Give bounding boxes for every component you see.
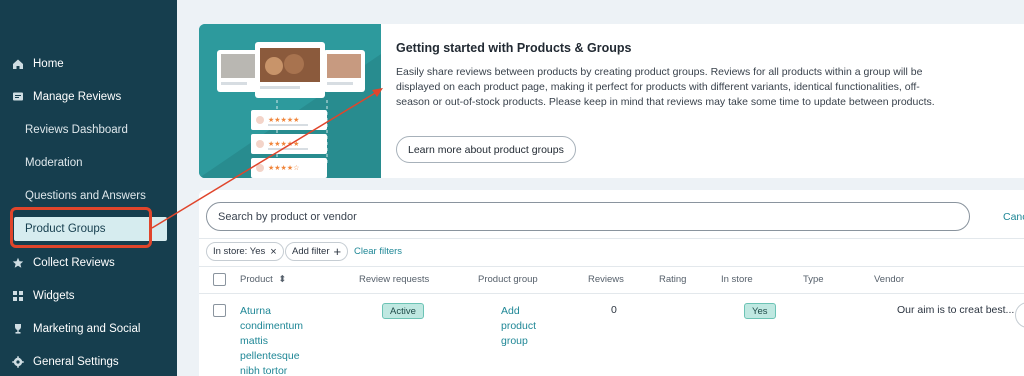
sidebar-item-label: Home	[33, 57, 64, 70]
plus-icon: +	[333, 244, 342, 259]
sidebar-item-moderation[interactable]: Moderation	[0, 146, 177, 179]
add-product-group-link[interactable]: Add product group	[501, 304, 547, 349]
gear-icon	[11, 355, 25, 369]
learn-more-button[interactable]: Learn more about product groups	[396, 136, 576, 163]
column-header-rating: Rating	[659, 274, 687, 285]
sidebar-item-reviews-dashboard[interactable]: Reviews Dashboard	[0, 113, 177, 146]
trophy-icon	[11, 322, 25, 336]
svg-text:★★★★★: ★★★★★	[268, 116, 299, 124]
sidebar-item-label: Widgets	[33, 289, 75, 302]
star-icon	[11, 256, 25, 270]
svg-text:★★★★★: ★★★★★	[268, 140, 299, 148]
column-header-reviews: Reviews	[588, 274, 624, 285]
add-filter-button[interactable]: Add filter +	[285, 242, 349, 261]
banner-title: Getting started with Products & Groups	[396, 41, 632, 55]
divider	[199, 266, 1024, 267]
getting-started-banner: ★★★★★ ★★★★★ ★★★★☆ Getting started with P…	[199, 24, 1024, 178]
column-header-product-group: Product group	[478, 274, 538, 285]
sidebar-item-general-settings[interactable]: General Settings	[0, 345, 177, 376]
reviews-icon	[11, 90, 25, 104]
divider	[199, 293, 1024, 294]
column-header-review-requests: Review requests	[359, 274, 430, 285]
home-icon	[11, 57, 25, 71]
in-store-badge: Yes	[744, 303, 776, 319]
main-content: ★★★★★ ★★★★★ ★★★★☆ Getting started with P…	[177, 0, 1024, 376]
filter-chip-in-store[interactable]: In store: Yes ×	[206, 242, 284, 261]
sidebar-item-marketing-social[interactable]: Marketing and Social	[0, 312, 177, 345]
cancel-link[interactable]: Canc	[1003, 211, 1024, 223]
row-checkbox[interactable]	[213, 304, 226, 317]
sidebar: Home Manage Reviews Reviews Dashboard Mo…	[0, 0, 177, 376]
sidebar-item-label: General Settings	[33, 355, 119, 368]
sidebar-item-manage-reviews[interactable]: Manage Reviews	[0, 80, 177, 113]
column-header-type: Type	[803, 274, 824, 285]
sidebar-item-label: Moderation	[25, 156, 83, 169]
widgets-icon	[11, 289, 25, 303]
status-badge: Active	[382, 303, 424, 319]
clear-filters-link[interactable]: Clear filters	[354, 246, 402, 257]
search-placeholder: Search by product or vendor	[218, 210, 357, 223]
sidebar-item-label: Collect Reviews	[33, 256, 115, 269]
select-all-checkbox[interactable]	[213, 273, 226, 286]
reviews-count: 0	[611, 304, 617, 316]
sort-icon[interactable]: ⬍	[278, 274, 286, 285]
divider	[199, 238, 1024, 239]
column-header-in-store: In store	[721, 274, 753, 285]
sidebar-item-widgets[interactable]: Widgets	[0, 279, 177, 312]
search-input[interactable]: Search by product or vendor	[206, 202, 970, 231]
svg-text:★★★★☆: ★★★★☆	[268, 164, 299, 172]
product-name-link[interactable]: Aturna condimentum mattis pellentesque n…	[240, 304, 312, 376]
sidebar-item-label: Questions and Answers	[25, 189, 146, 202]
close-icon[interactable]: ×	[270, 246, 276, 258]
add-filter-label: Add filter	[292, 246, 330, 257]
banner-description: Easily share reviews between products by…	[396, 66, 935, 108]
sidebar-item-label: Manage Reviews	[33, 90, 122, 103]
sidebar-item-label: Reviews Dashboard	[25, 123, 128, 136]
sidebar-item-collect-reviews[interactable]: Collect Reviews	[0, 246, 177, 279]
vendor-value: Our aim is to creat best...	[897, 304, 1015, 316]
filter-chip-label: In store: Yes	[213, 246, 266, 257]
more-actions-button[interactable]: •••	[1015, 302, 1024, 328]
sidebar-item-label: Marketing and Social	[33, 322, 141, 335]
product-groups-highlight	[10, 207, 152, 248]
sidebar-item-home[interactable]: Home	[0, 47, 177, 80]
product-groups-illustration: ★★★★★ ★★★★★ ★★★★☆	[199, 24, 381, 178]
column-header-label: Product	[240, 274, 273, 285]
column-header-vendor: Vendor	[874, 274, 905, 285]
column-header-product[interactable]: Product ⬍	[240, 274, 286, 285]
products-list-panel: Search by product or vendor Canc In stor…	[199, 190, 1024, 376]
